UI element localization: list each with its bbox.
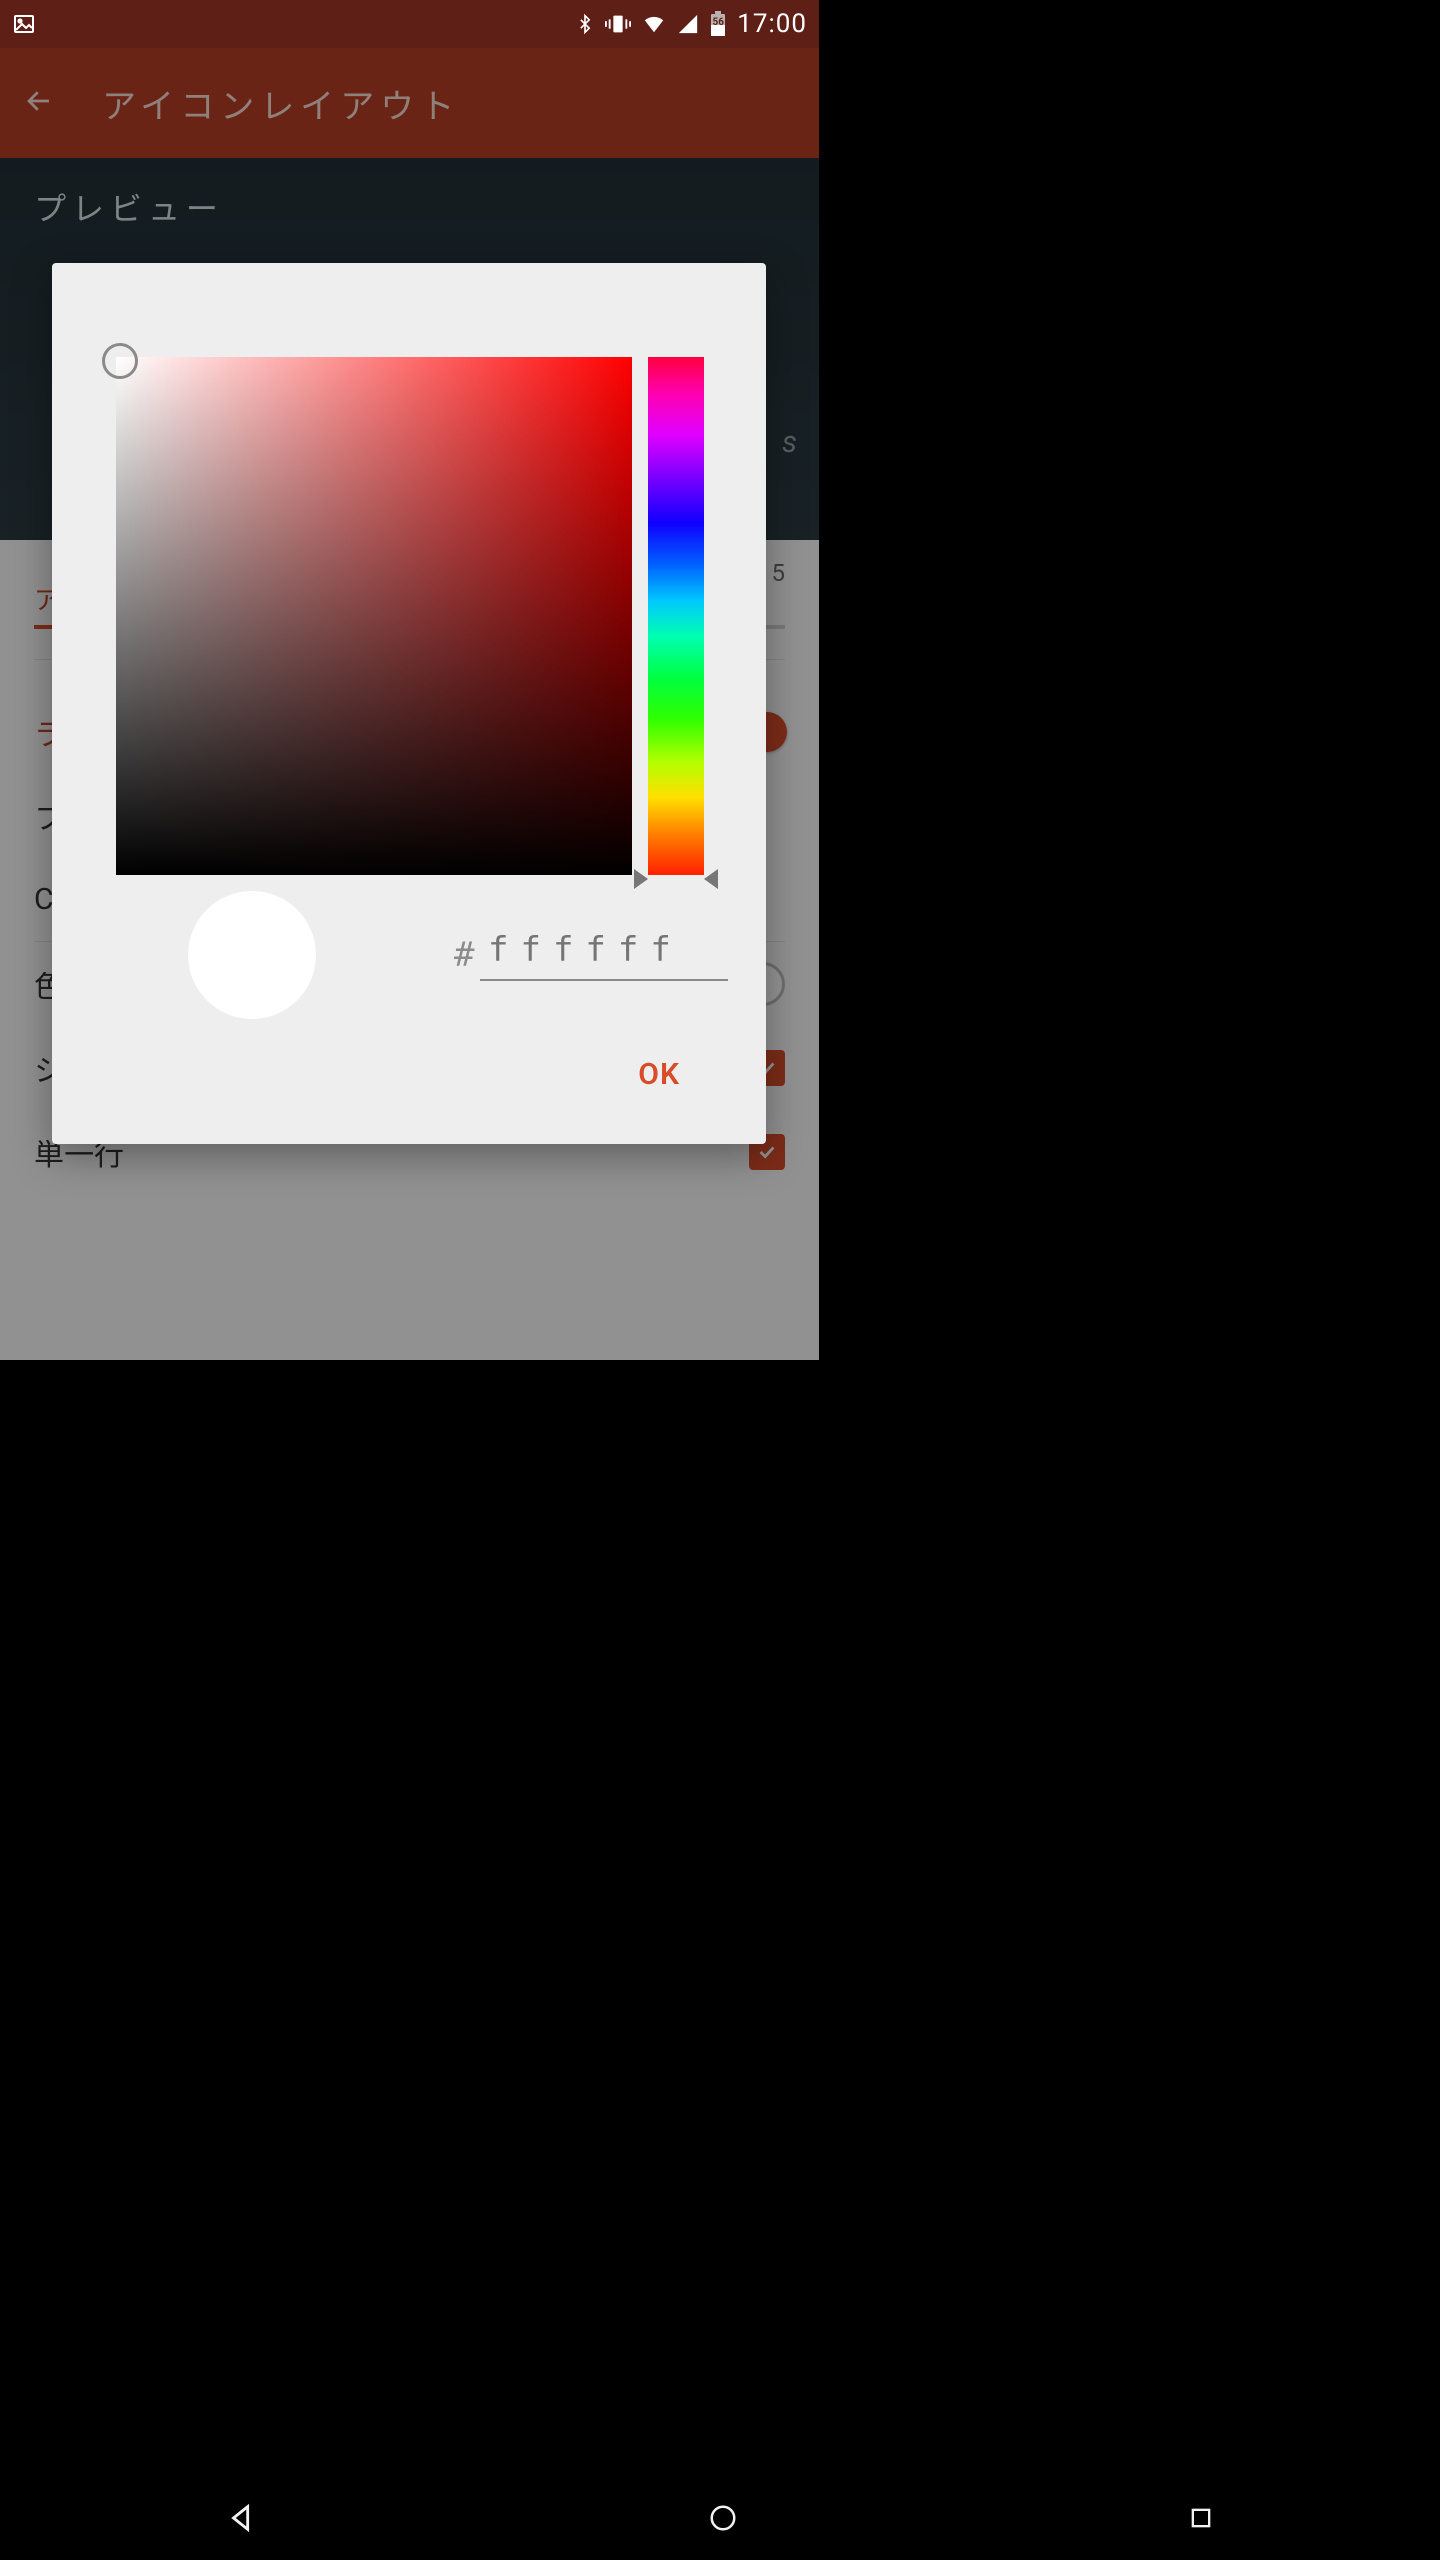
saturation-value-field[interactable] (116, 357, 632, 875)
status-time: 17:00 (737, 9, 807, 39)
vibrate-icon (605, 12, 631, 36)
battery-icon: 56 (709, 11, 727, 37)
wifi-icon (641, 13, 667, 35)
color-preview (188, 891, 316, 1019)
image-icon (12, 12, 36, 36)
color-picker-dialog: # OK (52, 263, 766, 1144)
bluetooth-icon (575, 12, 595, 36)
sv-cursor[interactable] (102, 343, 138, 379)
hue-pointer-right-icon (704, 869, 718, 889)
nav-home-icon[interactable] (708, 2503, 738, 2537)
status-bar: 56 17:00 (0, 0, 819, 48)
android-navbar (0, 2480, 1440, 2560)
hex-input[interactable] (480, 923, 728, 981)
signal-icon (677, 13, 699, 35)
hue-slider[interactable] (648, 357, 704, 875)
ok-button[interactable]: OK (612, 1041, 706, 1108)
nav-recent-icon[interactable] (1187, 2504, 1215, 2536)
hue-pointer-left-icon (634, 869, 648, 889)
battery-percent: 56 (709, 17, 727, 28)
nav-back-icon[interactable] (225, 2501, 259, 2539)
hex-hash: # (454, 935, 474, 975)
